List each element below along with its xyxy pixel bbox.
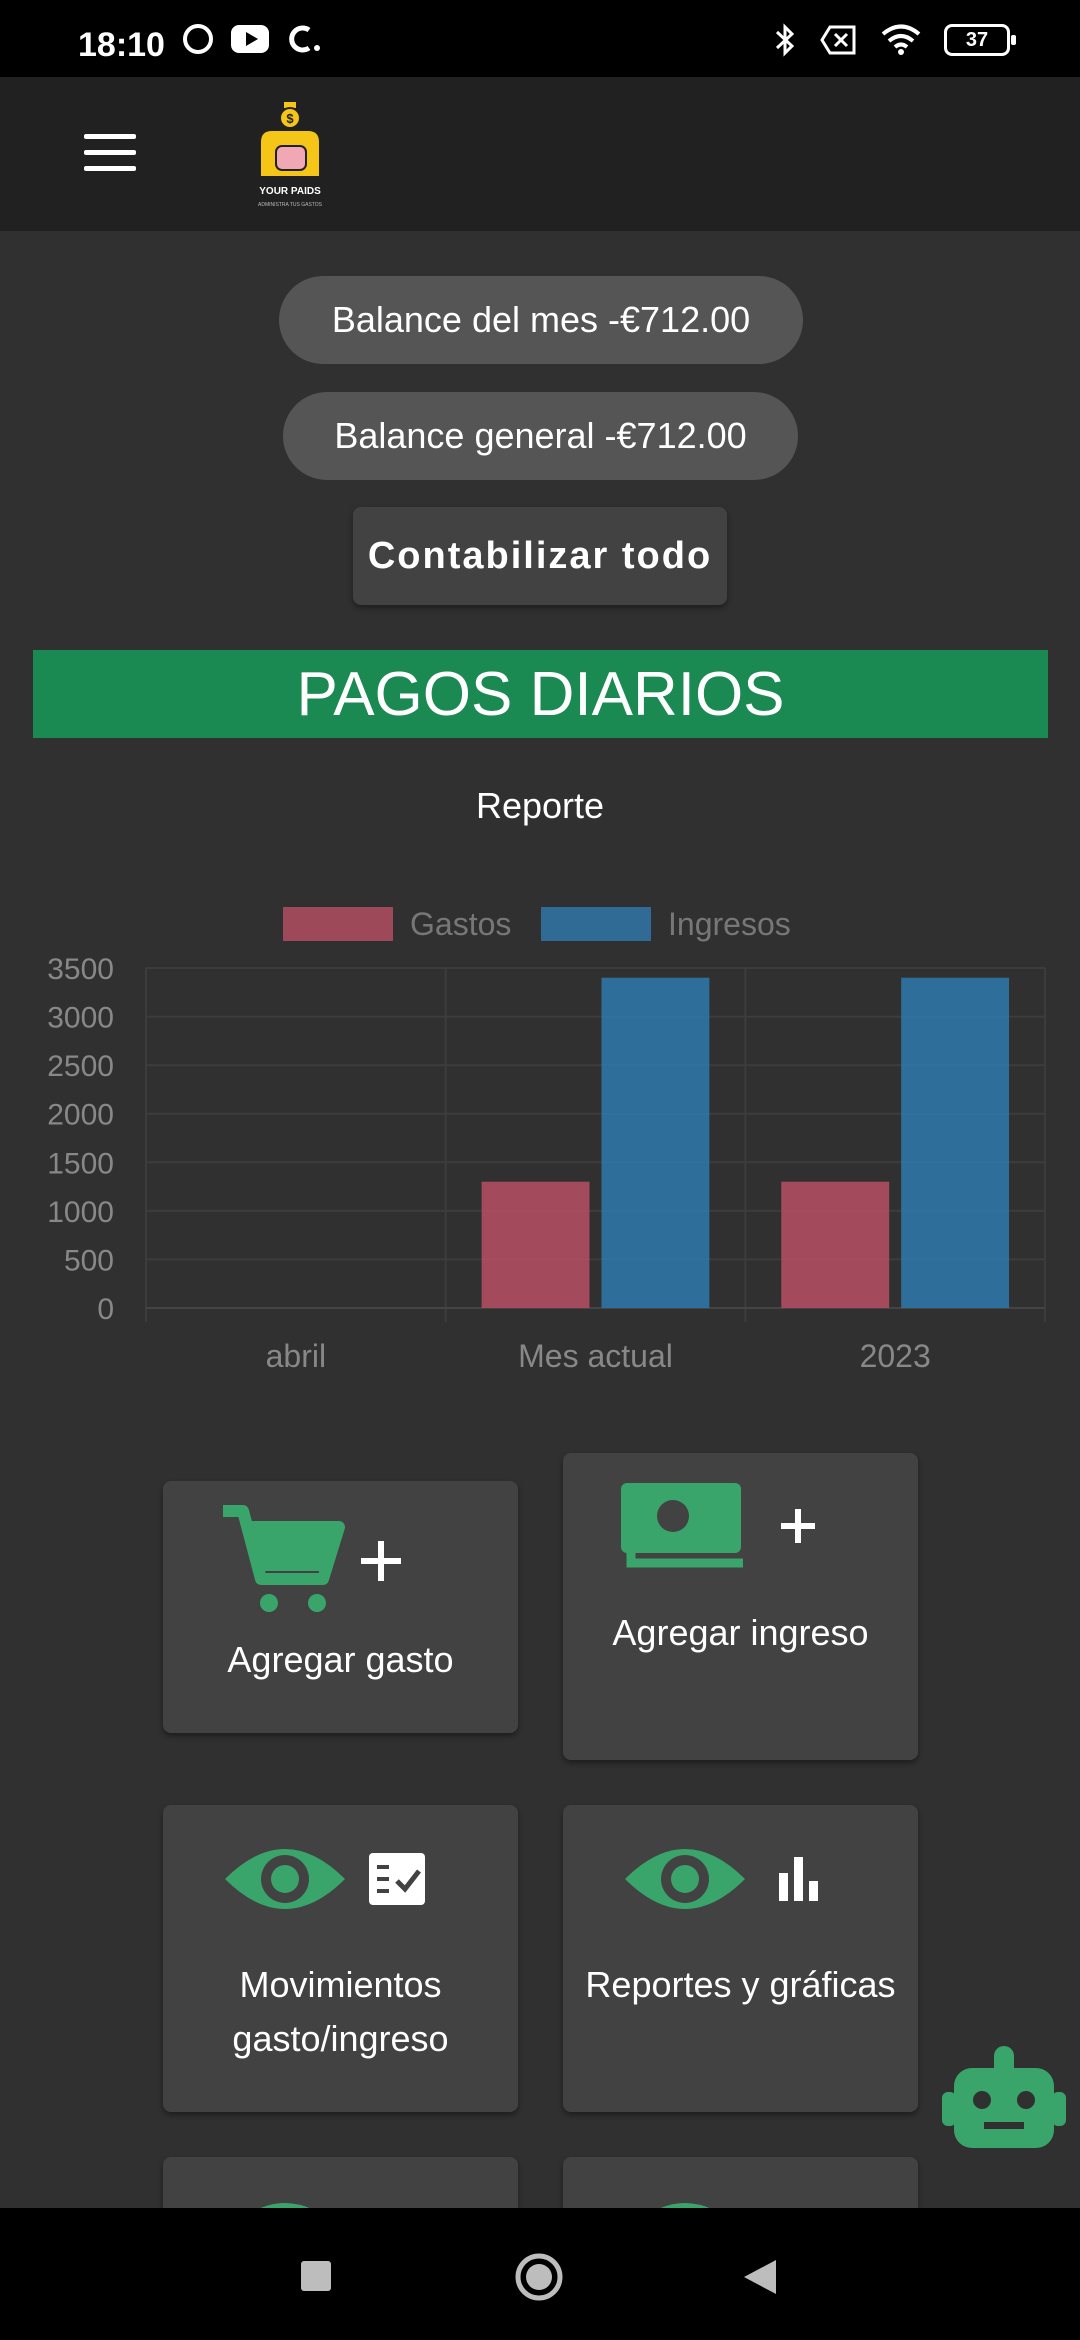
reports-card[interactable]: Reportes y gráficas	[563, 1805, 918, 2112]
report-bar-chart: Gastos Ingresos 3500 3000 2500 2000 1500 1000 50…	[47, 906, 1046, 1374]
system-nav-bar	[0, 2208, 1080, 2340]
wifi-icon	[881, 24, 921, 55]
battery-icon: 37	[944, 24, 1016, 56]
app-bar: $ YOUR PAIDS ADMINISTRA TUS GASTOS	[0, 77, 1080, 231]
legend-swatch-0	[283, 907, 393, 941]
status-time: 18:10	[78, 26, 165, 64]
c-app-icon	[289, 25, 320, 53]
movements-card[interactable]: Movimientos gasto/ingreso	[163, 1805, 518, 2112]
home-circle-icon[interactable]	[513, 2251, 565, 2303]
legend-label-1: Ingresos	[668, 906, 791, 942]
count-all-button[interactable]: Contabilizar todo	[353, 507, 727, 605]
eye-checklist-icon	[225, 1849, 425, 1909]
add-income-label: Agregar ingreso	[612, 1612, 869, 1653]
robot-assistant-icon[interactable]	[942, 2042, 1066, 2152]
bar-gastos-1	[481, 1181, 590, 1308]
y-tick-label: 2500	[47, 1050, 114, 1083]
y-tick-label: 500	[64, 1244, 114, 1277]
y-tick-label: 3500	[47, 953, 114, 986]
y-tick-label: 1500	[47, 1147, 114, 1180]
report-title: Reporte	[475, 785, 605, 826]
x-tick-label: 2023	[860, 1338, 931, 1374]
reports-label: Reportes y gráficas	[585, 1964, 896, 2005]
back-triangle-icon[interactable]	[742, 2258, 778, 2296]
daily-payments-banner: PAGOS DIARIOS	[33, 650, 1048, 738]
recents-square-icon[interactable]	[300, 2260, 332, 2292]
legend-swatch-1	[541, 907, 651, 941]
y-tick-label: 0	[97, 1293, 114, 1326]
logo-text: YOUR PAIDS	[259, 186, 321, 197]
add-expense-label: Agregar gasto	[227, 1639, 454, 1680]
cloud-notification-icon	[183, 24, 213, 54]
general-balance-chip: Balance general -€712.00	[283, 392, 798, 480]
hamburger-menu-icon[interactable]	[84, 134, 136, 174]
cart-plus-icon	[223, 1505, 401, 1612]
bluetooth-icon	[775, 23, 795, 57]
bar-gastos-2	[781, 1181, 890, 1308]
bar-ingresos-1	[601, 977, 710, 1308]
svg-text:$: $	[286, 111, 294, 126]
x-tick-label: abril	[266, 1338, 326, 1374]
youtube-icon	[231, 25, 269, 53]
status-bar: 18:10 37	[0, 0, 1080, 77]
bar-ingresos-2	[901, 977, 1010, 1308]
battery-level: 37	[965, 28, 989, 51]
your-paids-logo: $ YOUR PAIDS ADMINISTRA TUS GASTOS	[258, 102, 323, 208]
notification-icons	[180, 22, 324, 56]
month-balance-chip: Balance del mes -€712.00	[279, 276, 803, 364]
y-tick-label: 2000	[47, 1099, 114, 1132]
sim-off-icon	[820, 25, 856, 55]
eye-bar-chart-icon	[625, 1849, 818, 1909]
system-icons: 37	[772, 22, 1016, 58]
money-plus-icon	[621, 1483, 815, 1568]
add-income-card[interactable]: Agregar ingreso	[563, 1453, 918, 1760]
legend-label-0: Gastos	[410, 906, 511, 942]
add-expense-card[interactable]: Agregar gasto	[163, 1481, 518, 1733]
y-tick-label: 1000	[47, 1196, 114, 1229]
movements-label: Movimientos gasto/ingreso	[232, 1964, 449, 2059]
logo-subtext: ADMINISTRA TUS GASTOS	[258, 202, 323, 208]
y-tick-label: 3000	[47, 1002, 114, 1035]
x-tick-label: Mes actual	[518, 1338, 673, 1374]
